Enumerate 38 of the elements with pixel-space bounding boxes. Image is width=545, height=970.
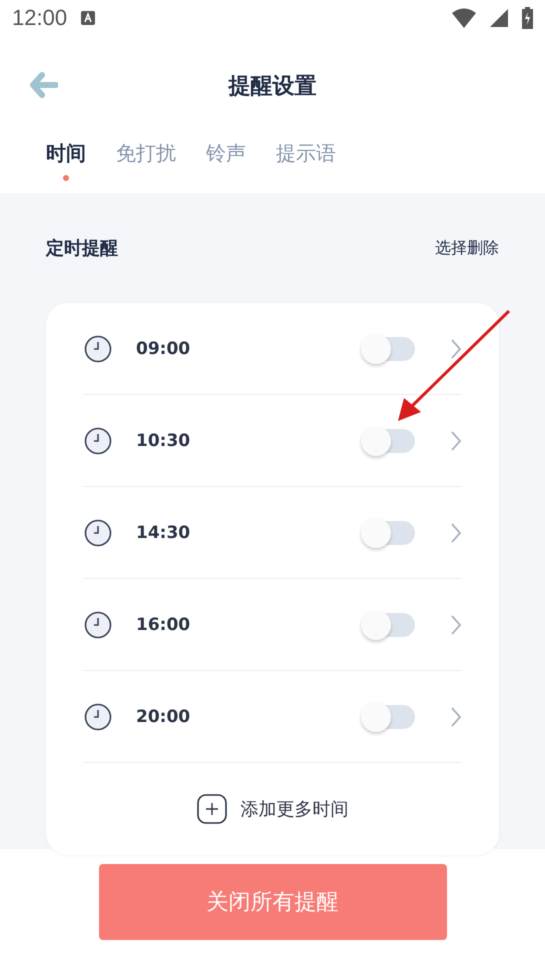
chevron-right-icon (451, 614, 461, 634)
reminder-time: 20:00 (136, 706, 192, 726)
reminder-row[interactable]: 20:00 (84, 671, 461, 763)
tab[interactable]: 时间 (46, 136, 86, 184)
clock-icon (84, 426, 112, 454)
clock-icon (84, 702, 112, 730)
clock-icon (84, 610, 112, 638)
chevron-right-icon (451, 706, 461, 726)
battery-icon (522, 7, 533, 29)
reminder-time: 14:30 (136, 522, 192, 542)
reminder-row[interactable]: 10:30 (84, 395, 461, 487)
clock-icon (84, 334, 112, 362)
section-title: 定时提醒 (46, 237, 118, 260)
signal-icon (490, 9, 508, 27)
reminder-time: 09:00 (136, 338, 192, 358)
wifi-icon (452, 8, 476, 28)
reminder-row[interactable]: 09:00 (84, 303, 461, 395)
chevron-right-icon (451, 522, 461, 542)
reminder-toggle[interactable] (363, 704, 415, 728)
reminder-toggle[interactable] (363, 428, 415, 452)
keyboard-icon (81, 11, 96, 25)
reminder-row[interactable]: 14:30 (84, 487, 461, 579)
reminder-toggle[interactable] (363, 612, 415, 636)
reminder-time: 10:30 (136, 430, 192, 450)
back-button[interactable] (30, 72, 60, 100)
chevron-right-icon (451, 430, 461, 450)
reminder-time: 16:00 (136, 614, 192, 634)
chevron-right-icon (451, 338, 461, 358)
clock-icon (84, 518, 112, 546)
reminder-row[interactable]: 16:00 (84, 579, 461, 671)
plus-icon (196, 794, 226, 824)
reminder-toggle[interactable] (363, 336, 415, 360)
select-delete-link[interactable]: 选择删除 (435, 238, 499, 258)
page-title: 提醒设置 (228, 73, 316, 101)
add-time-button[interactable]: 添加更多时间 (84, 763, 461, 855)
back-arrow-icon (30, 72, 58, 98)
reminder-toggle[interactable] (363, 520, 415, 544)
status-time: 12:00 (12, 5, 68, 31)
